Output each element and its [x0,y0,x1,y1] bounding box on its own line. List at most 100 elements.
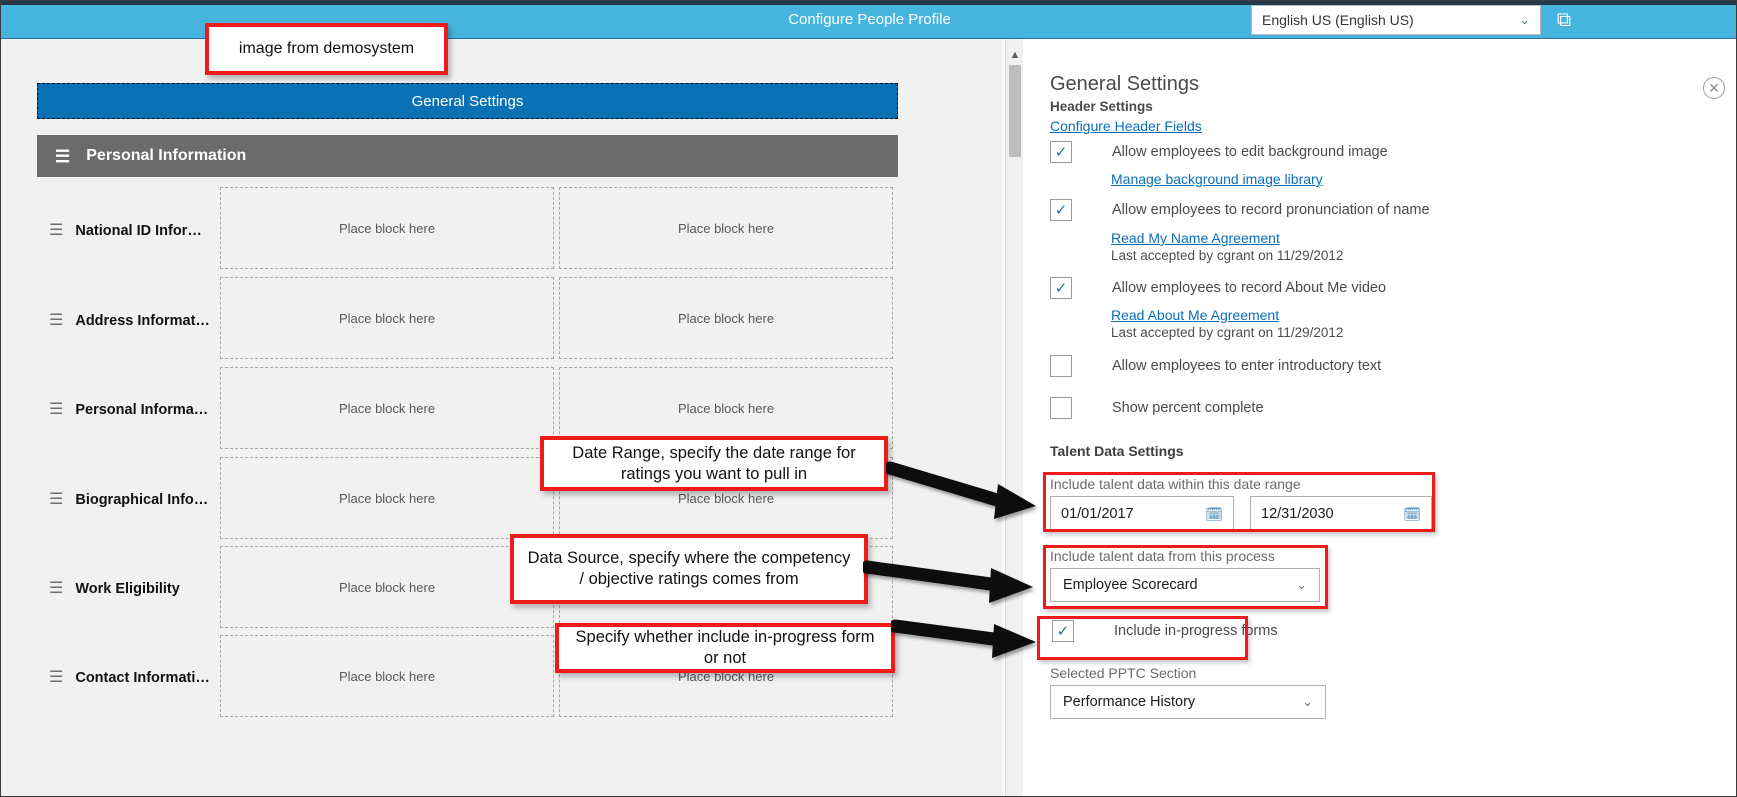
drop-block[interactable]: Place block here [559,187,893,269]
hamburger-icon: ☰ [55,146,71,166]
drop-block-label: Place block here [338,310,436,326]
date-from-input[interactable]: 01/01/2017 🗓 [1050,496,1234,532]
checkbox-label: Include in-progress forms [1114,623,1278,639]
agreement-accepted-note: Last accepted by cgrant on 11/29/2012 [1111,325,1344,340]
checkbox-row-record-about-me-video[interactable]: Allow employees to record About Me video [1050,277,1386,299]
profile-workspace: General Settings ☰ Personal Information … [1,39,1003,796]
checkbox-label: Allow employees to record pronunciation … [1112,202,1430,218]
row-label-text: Address Informat… [75,313,210,329]
section-header-personal-information[interactable]: ☰ Personal Information [37,135,898,177]
drop-block-label: Place block here [338,400,436,416]
checkbox-row-show-percent-complete[interactable]: Show percent complete [1050,397,1264,419]
pptc-section-label: Selected PPTC Section [1050,665,1197,681]
checkbox-row-edit-background-image[interactable]: Allow employees to edit background image [1050,141,1388,163]
hamburger-icon: ☰ [49,580,64,597]
process-select[interactable]: Employee Scorecard ⌄ [1050,568,1320,602]
row-label-text: National ID Infor… [75,223,202,239]
panel-title: General Settings [1050,73,1199,95]
checkbox-icon[interactable] [1050,277,1072,299]
hamburger-icon: ☰ [49,401,64,418]
drop-block-label: Place block here [677,490,775,506]
close-icon[interactable]: ✕ [1703,77,1725,99]
checkbox-row-introductory-text[interactable]: Allow employees to enter introductory te… [1050,355,1381,377]
talent-data-settings-header: Talent Data Settings [1050,443,1184,459]
hamburger-icon: ☰ [49,669,64,686]
drop-block[interactable]: Place block here [220,277,554,359]
hamburger-icon: ☰ [49,312,64,329]
drop-block[interactable]: Place block here [220,367,554,449]
manage-background-image-library-link[interactable]: Manage background image library [1111,171,1323,187]
general-settings-panel: ✕ General Settings Header Settings Confi… [1024,39,1736,796]
tab-general-settings[interactable]: General Settings [37,83,898,119]
callout-in-progress-text: Specify whether include in-progress form… [575,628,875,667]
drop-block[interactable]: Place block here [220,635,554,717]
date-to-value: 12/31/2030 [1261,506,1334,522]
row-label-address-information[interactable]: ☰ Address Informat… [49,309,249,333]
annotation-source-note-text: image from demosystem [238,40,415,57]
drop-block-label: Place block here [677,310,775,326]
checkbox-icon[interactable] [1050,397,1072,419]
pptc-section-select[interactable]: Performance History ⌄ [1050,685,1326,719]
checkbox-icon[interactable] [1050,355,1072,377]
callout-date-range-text: Date Range, specify the date range for r… [572,443,856,483]
checkbox-icon[interactable] [1052,620,1074,642]
callout-date-range: Date Range, specify the date range for r… [540,436,888,491]
agreement-accepted-note: Last accepted by cgrant on 11/29/2012 [1111,248,1344,263]
drop-block-label: Place block here [338,220,436,236]
workspace-scrollbar[interactable]: ▲ [1005,39,1023,796]
read-my-name-agreement-link[interactable]: Read My Name Agreement [1111,230,1280,246]
row-label-text: Personal Informa… [75,402,209,418]
chevron-down-icon: ⌄ [1296,577,1307,592]
process-select-value: Employee Scorecard [1063,577,1198,593]
drop-block[interactable]: Place block here [220,457,554,539]
row-label-work-eligibility[interactable]: ☰ Work Eligibility [49,577,249,601]
panel-subtitle: Header Settings [1050,99,1153,114]
hamburger-icon: ☰ [49,491,64,508]
drop-block-label: Place block here [677,400,775,416]
drop-block-label: Place block here [338,579,436,595]
tab-general-settings-label: General Settings [411,92,524,110]
language-select-value: English US (English US) [1262,12,1414,28]
row-label-contact-information[interactable]: ☰ Contact Informati… [49,666,249,690]
row-label-personal-information[interactable]: ☰ Personal Informa… [49,398,249,422]
date-from-value: 01/01/2017 [1061,506,1134,522]
callout-data-source-text: Data Source, specify where the competenc… [527,549,851,588]
calendar-icon[interactable]: 🗓 [1403,506,1421,523]
drop-block-label: Place block here [677,220,775,236]
callout-data-source: Data Source, specify where the competenc… [510,534,868,604]
checkbox-label: Allow employees to edit background image [1112,144,1388,160]
scroll-up-icon[interactable]: ▲ [1006,49,1024,61]
window-corner-icon[interactable]: ⧉ [1549,1,1579,39]
chevron-down-icon: ⌄ [1302,694,1313,709]
checkbox-icon[interactable] [1050,199,1072,221]
checkbox-label: Allow employees to enter introductory te… [1112,358,1382,374]
drop-block[interactable]: Place block here [220,187,554,269]
hamburger-icon: ☰ [49,222,64,239]
row-label-biographical-information[interactable]: ☰ Biographical Info… [49,488,249,512]
checkbox-label: Allow employees to record About Me video [1112,280,1387,296]
scrollbar-thumb[interactable] [1009,65,1021,157]
pptc-section-value: Performance History [1063,694,1196,710]
callout-in-progress: Specify whether include in-progress form… [555,623,895,673]
chevron-down-icon: ⌄ [1519,12,1530,27]
drop-block-label: Place block here [338,490,436,506]
row-label-national-id[interactable]: ☰ National ID Infor… [49,219,249,243]
language-select[interactable]: English US (English US) ⌄ [1251,5,1541,35]
process-label: Include talent data from this process [1050,548,1275,564]
calendar-icon[interactable]: 🗓 [1205,506,1223,523]
configure-header-fields-link[interactable]: Configure Header Fields [1050,118,1202,134]
drop-block-label: Place block here [338,668,436,684]
drop-block[interactable]: Place block here [559,277,893,359]
checkbox-row-include-in-progress-forms[interactable]: Include in-progress forms [1052,620,1278,642]
checkbox-row-record-pronunciation[interactable]: Allow employees to record pronunciation … [1050,199,1430,221]
checkbox-label: Show percent complete [1112,400,1264,416]
annotation-source-note: image from demosystem [205,23,448,75]
row-label-text: Work Eligibility [75,581,180,597]
checkbox-icon[interactable] [1050,141,1072,163]
row-label-text: Biographical Info… [75,492,209,508]
date-to-input[interactable]: 12/31/2030 🗓 [1250,496,1432,532]
drop-block[interactable]: Place block here [220,546,554,628]
read-about-me-agreement-link[interactable]: Read About Me Agreement [1111,307,1279,323]
section-header-label: Personal Information [86,147,247,164]
date-range-label: Include talent data within this date ran… [1050,476,1301,492]
